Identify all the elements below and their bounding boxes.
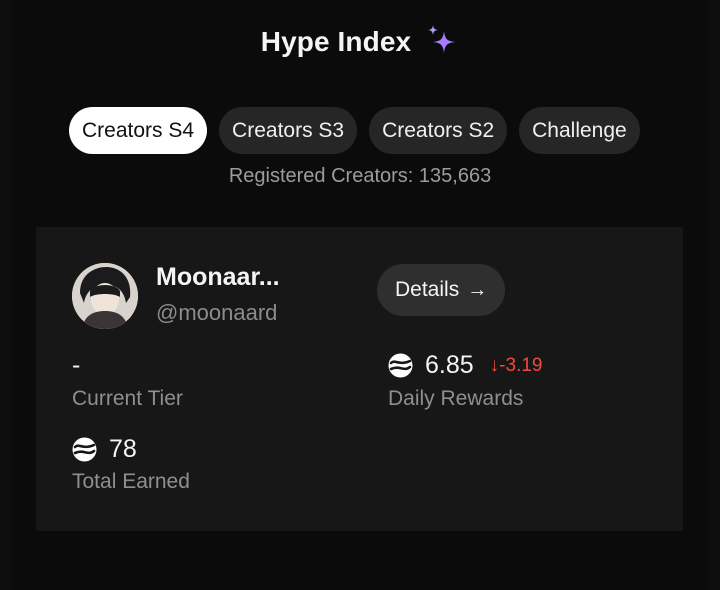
tab-creators-s2[interactable]: Creators S2: [369, 107, 508, 154]
current-tier-label: Current Tier: [72, 387, 183, 410]
total-earned-value: 78: [72, 435, 137, 464]
details-label: Details: [395, 278, 460, 301]
season-tabs: Creators S4 Creators S3 Creators S2 Chal…: [69, 107, 640, 154]
avatar-image: [72, 263, 138, 329]
tab-challenge[interactable]: Challenge: [519, 107, 640, 154]
creator-name: Moonaar...: [156, 263, 280, 291]
tab-creators-s4[interactable]: Creators S4: [69, 107, 208, 154]
current-tier-text: -: [72, 351, 81, 379]
daily-rewards-label: Daily Rewards: [388, 387, 524, 410]
token-icon: [72, 437, 97, 462]
total-earned-label: Total Earned: [72, 470, 190, 493]
daily-rewards-value: 6.85 ↓-3.19: [388, 351, 542, 380]
daily-rewards-text: 6.85: [425, 351, 474, 379]
current-tier-value: -: [72, 351, 80, 380]
daily-rewards-delta: ↓-3.19: [489, 354, 543, 376]
total-earned-text: 78: [109, 435, 137, 463]
tab-creators-s3[interactable]: Creators S3: [219, 107, 358, 154]
creator-handle: @moonaard: [156, 300, 278, 325]
avatar[interactable]: [72, 263, 138, 329]
creator-card: Moonaar... @moonaard Details → - Current…: [36, 227, 683, 531]
arrow-right-icon: →: [467, 278, 488, 301]
registered-creators-count: Registered Creators: 135,663: [228, 165, 492, 187]
page-title: Hype Index: [260, 26, 412, 57]
header: Hype Index: [0, 25, 720, 58]
details-button[interactable]: Details →: [377, 264, 506, 316]
token-icon: [388, 353, 413, 378]
sparkles-icon: [428, 25, 456, 53]
